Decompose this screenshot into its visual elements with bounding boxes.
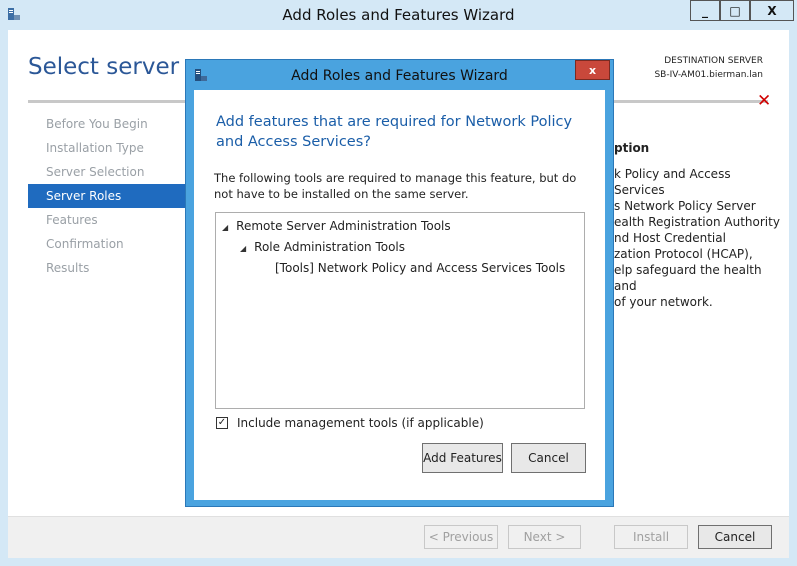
- description-line: s Network Policy Server: [614, 199, 756, 213]
- dialog-heading: Add features that are required for Netwo…: [216, 114, 573, 150]
- dialog-title: Add Roles and Features Wizard: [291, 68, 508, 84]
- include-tools-checkbox[interactable]: ✓: [216, 417, 228, 429]
- previous-button[interactable]: < Previous: [424, 525, 498, 549]
- description-line: of your network.: [614, 295, 713, 309]
- description-line: nd Host Credential: [614, 231, 726, 245]
- nav-item-before-you-begin[interactable]: Before You Begin: [28, 112, 186, 136]
- description-heading: ption: [614, 141, 650, 155]
- page-title: Select server ro: [28, 54, 210, 80]
- nav-item-features[interactable]: Features: [28, 208, 186, 232]
- tree-item-label: [Tools] Network Policy and Access Servic…: [275, 261, 566, 275]
- description-line: ealth Registration Authority: [614, 215, 780, 229]
- dialog-body: Add features that are required for Netwo…: [194, 90, 605, 500]
- outer-title-bar[interactable]: Add Roles and Features Wizard: [0, 0, 797, 30]
- tree-item[interactable]: [Tools] Network Policy and Access Servic…: [275, 261, 565, 275]
- description-line: k Policy and Access Services: [614, 167, 731, 197]
- wizard-nav: Before You Begin Installation Type Serve…: [28, 112, 186, 280]
- nav-item-confirmation[interactable]: Confirmation: [28, 232, 186, 256]
- destination-server-info: DESTINATION SERVER SB-IV-AM01.bierman.la…: [654, 54, 763, 82]
- destination-label: DESTINATION SERVER: [664, 56, 763, 66]
- dialog-description: The following tools are required to mana…: [214, 171, 577, 201]
- required-features-tree[interactable]: ◢ Remote Server Administration Tools ◢ Rol…: [215, 212, 585, 409]
- role-description: ption k Policy and Access Services s Net…: [614, 140, 784, 310]
- tree-item[interactable]: ◢ Role Administration Tools: [240, 240, 405, 254]
- install-button[interactable]: Install: [614, 525, 688, 549]
- nav-item-server-selection[interactable]: Server Selection: [28, 160, 186, 184]
- add-features-button[interactable]: Add Features: [422, 443, 503, 473]
- close-button[interactable]: X: [750, 0, 794, 21]
- minimize-button[interactable]: _: [690, 0, 720, 21]
- tree-item[interactable]: ◢ Remote Server Administration Tools: [222, 219, 451, 233]
- cancel-button[interactable]: Cancel: [698, 525, 772, 549]
- outer-window-title: Add Roles and Features Wizard: [282, 6, 515, 24]
- add-features-dialog: Add Roles and Features Wizard x Add feat…: [185, 59, 614, 507]
- dialog-close-button[interactable]: x: [575, 60, 610, 80]
- wizard-footer: < Previous Next > Install Cancel: [8, 517, 789, 558]
- nav-item-server-roles[interactable]: Server Roles: [28, 184, 186, 208]
- include-tools-checkbox-row[interactable]: ✓ Include management tools (if applicabl…: [216, 416, 484, 430]
- tree-item-label: Role Administration Tools: [254, 240, 406, 254]
- nav-item-installation-type[interactable]: Installation Type: [28, 136, 186, 160]
- include-tools-label: Include management tools (if applicable): [237, 416, 484, 430]
- tree-item-label: Remote Server Administration Tools: [236, 219, 451, 233]
- dialog-title-bar[interactable]: Add Roles and Features Wizard: [186, 60, 613, 90]
- next-button[interactable]: Next >: [508, 525, 581, 549]
- destination-server-name: SB-IV-AM01.bierman.lan: [654, 70, 763, 80]
- description-line: zation Protocol (HCAP),: [614, 247, 753, 261]
- nav-item-results[interactable]: Results: [28, 256, 186, 280]
- dialog-cancel-button[interactable]: Cancel: [511, 443, 586, 473]
- red-x-icon[interactable]: ✕: [757, 91, 771, 111]
- expand-arrow-icon[interactable]: ◢: [240, 244, 246, 253]
- maximize-button[interactable]: □: [720, 0, 750, 21]
- expand-arrow-icon[interactable]: ◢: [222, 223, 228, 232]
- description-line: elp safeguard the health and: [614, 263, 762, 293]
